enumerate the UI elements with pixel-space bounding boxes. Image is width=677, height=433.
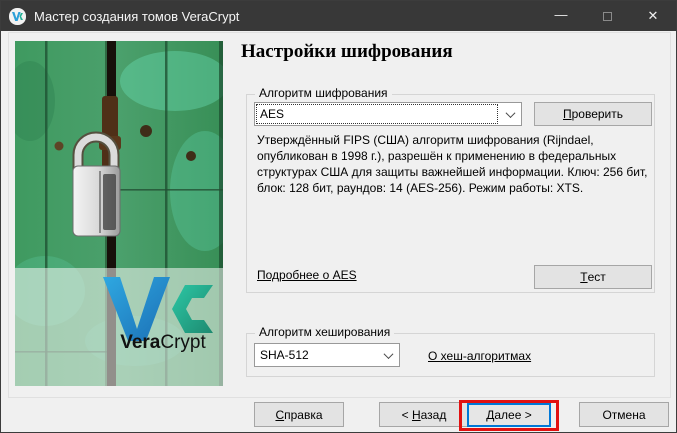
next-button[interactable]: Далее > <box>467 403 551 427</box>
page-title: Настройки шифрования <box>241 41 453 63</box>
hash-algorithm-select[interactable]: SHA-512 <box>254 343 400 367</box>
hash-group-label: Алгоритм хеширования <box>255 325 394 339</box>
benchmark-test-button[interactable]: Тест <box>534 265 652 289</box>
veracrypt-app-icon <box>9 8 26 25</box>
maximize-icon <box>584 1 630 31</box>
more-about-aes-link[interactable]: Подробнее о AES <box>257 268 357 282</box>
help-button[interactable]: Справка <box>254 402 344 427</box>
caption-buttons: — ✕ <box>538 1 676 31</box>
close-icon[interactable]: ✕ <box>630 1 676 31</box>
window-title: Мастер создания томов VeraCrypt <box>34 9 239 24</box>
cancel-button[interactable]: Отмена <box>579 402 669 427</box>
minimize-icon[interactable]: — <box>538 0 584 29</box>
chevron-down-icon[interactable] <box>499 103 521 125</box>
veracrypt-logo-text: VeraCrypt <box>111 332 215 354</box>
encryption-algorithm-select[interactable]: AES <box>254 102 522 126</box>
algorithm-description: Утверждённый FIPS (США) алгоритм шифрова… <box>257 132 659 196</box>
hash-info-link[interactable]: О хеш-алгоритмах <box>428 349 531 363</box>
veracrypt-wizard-window: Мастер создания томов VeraCrypt — ✕ <box>0 0 677 433</box>
wizard-image-green-door-padlock: VeraCrypt <box>15 41 223 386</box>
encryption-group-label: Алгоритм шифрования <box>255 86 392 100</box>
encryption-algorithm-value: AES <box>256 104 498 124</box>
check-button[interactable]: Проверить <box>534 102 652 126</box>
titlebar: Мастер создания томов VeraCrypt — ✕ <box>1 1 676 31</box>
vc-logo-glyph <box>11 11 24 22</box>
chevron-down-icon[interactable] <box>377 344 399 366</box>
hash-algorithm-value: SHA-512 <box>256 345 376 365</box>
back-button[interactable]: < Назад <box>379 402 469 427</box>
